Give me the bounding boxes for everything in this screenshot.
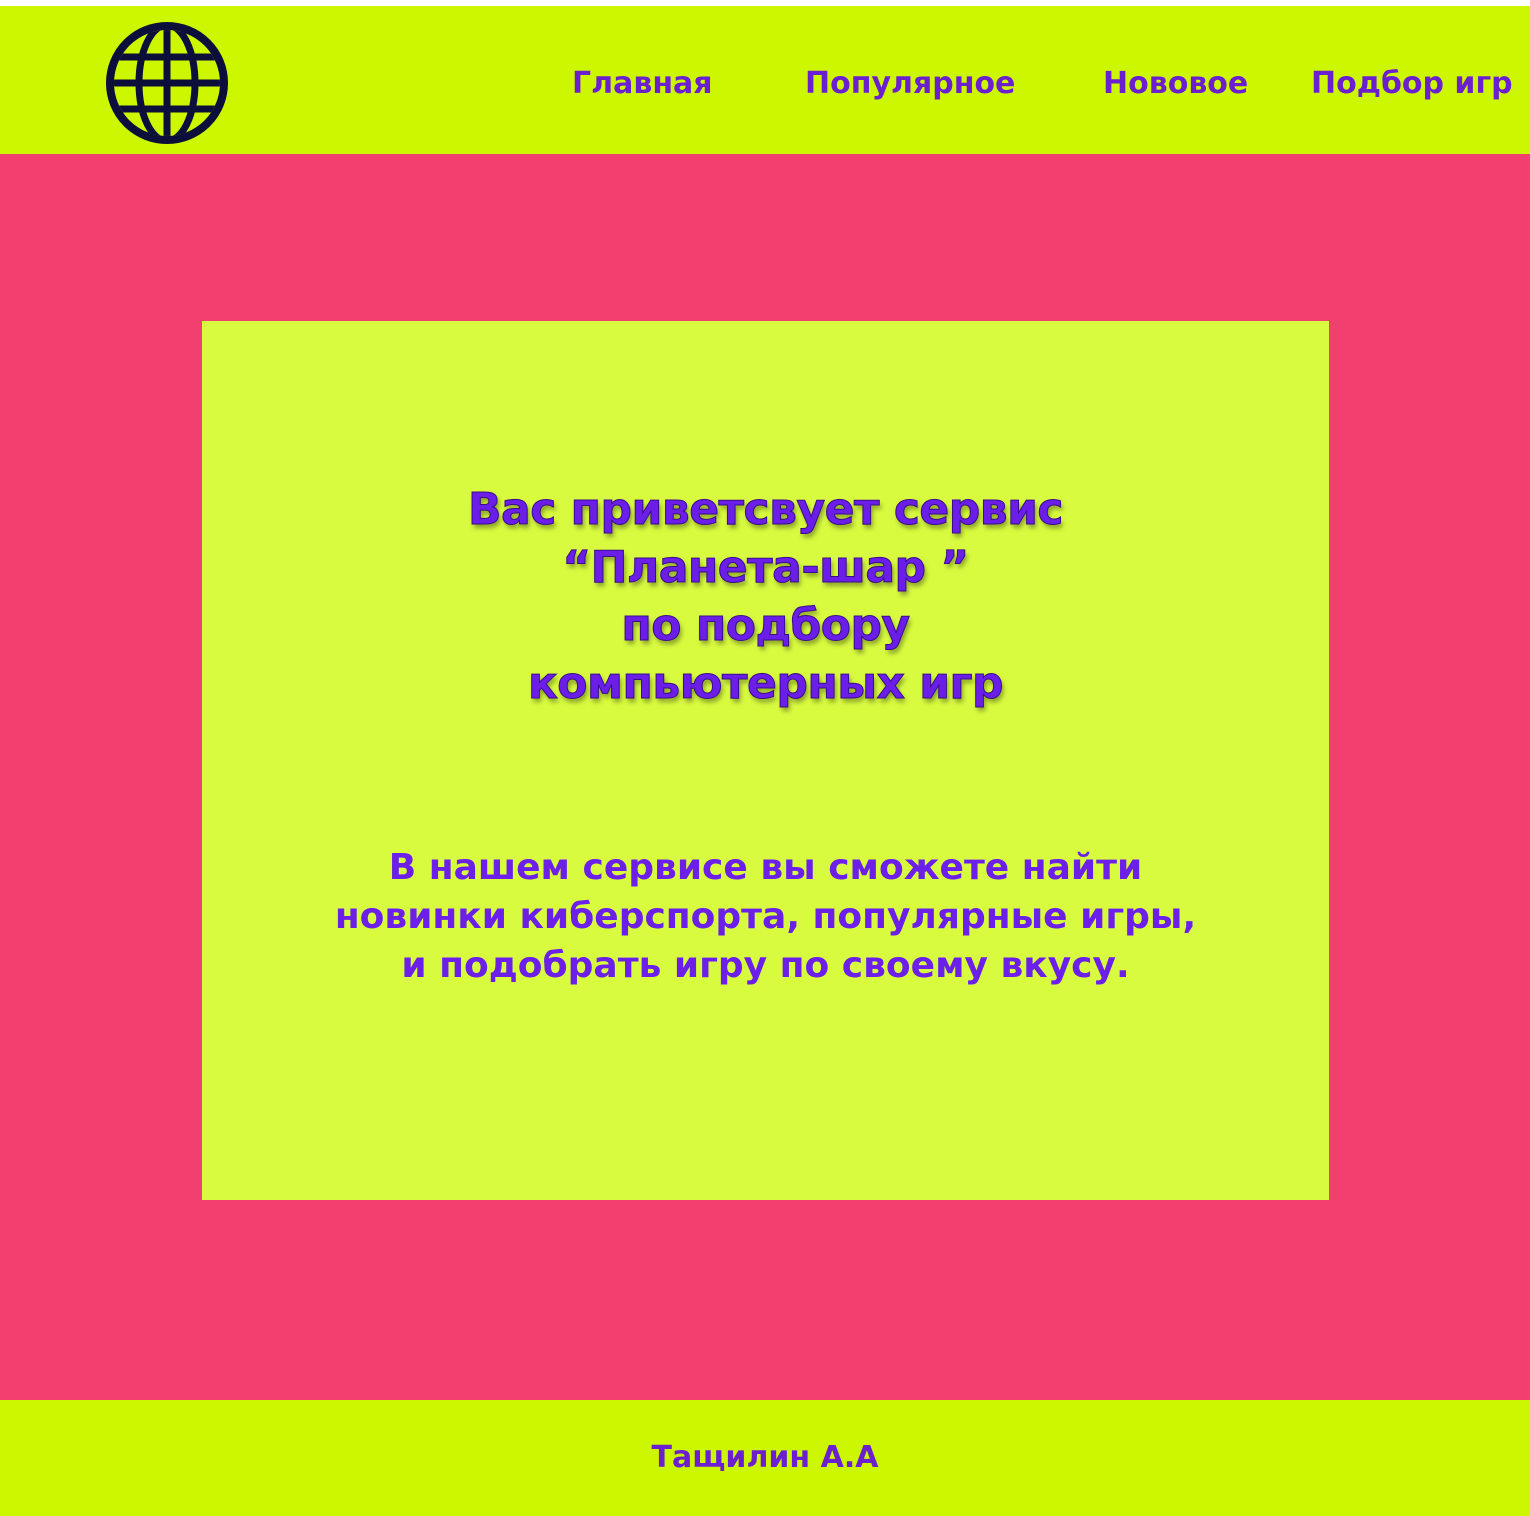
nav-item-game-selection[interactable]: Подбор игр bbox=[1311, 64, 1513, 104]
hero-card: Вас приветсвует сервис “Планета-шар ” по… bbox=[202, 321, 1329, 1200]
footer: Тащилин А.А bbox=[0, 1400, 1530, 1516]
hero-description-line: новинки киберспорта, популярные игры, bbox=[334, 896, 1197, 937]
hero-description-line: и подобрать игру по своему вкусу. bbox=[401, 945, 1130, 986]
nav-item-new[interactable]: Нововое bbox=[1103, 64, 1248, 104]
footer-author: Тащилин А.А bbox=[651, 1440, 879, 1475]
page: Главная Популярное Нововое Подбор игр Ва… bbox=[0, 0, 1530, 1516]
nav-item-popular[interactable]: Популярное bbox=[805, 64, 1015, 104]
hero-headline-line: компьютерных игр bbox=[527, 658, 1004, 710]
hero-description-line: В нашем сервисе вы сможете найти bbox=[388, 847, 1143, 888]
nav-item-home[interactable]: Главная bbox=[572, 64, 713, 104]
header: Главная Популярное Нововое Подбор игр bbox=[0, 6, 1530, 154]
hero-headline: Вас приветсвует сервис “Планета-шар ” по… bbox=[202, 481, 1329, 713]
globe-icon[interactable] bbox=[104, 20, 230, 146]
hero-headline-line: “Планета-шар ” bbox=[562, 542, 970, 594]
main-section: Вас приветсвует сервис “Планета-шар ” по… bbox=[0, 154, 1530, 1400]
hero-headline-line: по подбору bbox=[621, 600, 911, 652]
hero-headline-line: Вас приветсвует сервис bbox=[468, 484, 1065, 536]
hero-description: В нашем сервисе вы сможете найти новинки… bbox=[202, 843, 1329, 990]
